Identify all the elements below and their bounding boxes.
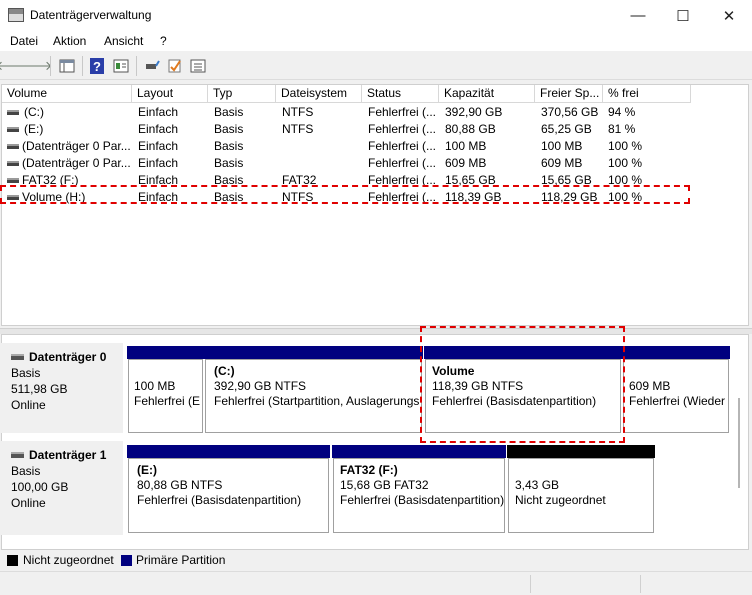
partition-fat32-f[interactable]: FAT32 (F:) 15,68 GB FAT32 Fehlerfrei (Ba… [332,445,506,533]
disk-size: 511,98 GB [11,382,68,396]
column-header-volume[interactable]: Volume [2,85,132,103]
toolbar-separator [50,56,51,76]
disk-type: Basis [11,464,41,478]
column-header-freier-speicher[interactable]: Freier Sp... [535,85,603,103]
table-row[interactable]: (E:) Einfach Basis NTFS Fehlerfrei (... … [2,121,748,138]
drive-icon [7,127,19,132]
maximize-button[interactable]: ☐ [660,0,706,31]
menu-aktion[interactable]: Aktion [53,34,86,48]
legend-swatch-primary [121,555,132,566]
disk-0-label[interactable]: Datenträger 0 Basis 511,98 GB Online [1,343,123,433]
disk-status: Online [11,496,46,510]
show-hide-console-icon[interactable] [58,57,76,75]
hard-disk-icon [11,354,24,360]
menu-ansicht[interactable]: Ansicht [104,34,143,48]
disk-size: 100,00 GB [11,480,69,494]
toolbar-separator [136,56,137,76]
primary-partition-bar [127,445,330,458]
primary-partition-bar [204,346,423,359]
partition-disk0-recovery-609mb[interactable]: 609 MB Fehlerfrei (Wieder [622,346,730,433]
help-icon[interactable]: ? [90,58,104,74]
drive-icon [7,110,19,115]
status-bar-separator [640,575,641,593]
partition-disk0-recovery-100mb[interactable]: 100 MB Fehlerfrei (E [127,346,204,433]
primary-partition-bar [127,346,204,359]
column-header-dateisystem[interactable]: Dateisystem [276,85,362,103]
primary-partition-bar [622,346,730,359]
disk-name: Datenträger 1 [29,448,107,462]
window-title: Datenträgerverwaltung [30,8,152,22]
disk-map-scrollbar[interactable] [738,398,740,488]
properties-icon[interactable] [112,57,130,75]
disk-1-label[interactable]: Datenträger 1 Basis 100,00 GB Online [1,441,123,535]
disk-name: Datenträger 0 [29,350,107,364]
unallocated-bar [507,445,655,458]
highlight-volume-partition [420,326,625,443]
column-header-prozent-frei[interactable]: % frei [603,85,691,103]
list-view-icon[interactable] [189,57,207,75]
connect-icon[interactable] [143,57,161,75]
close-button[interactable]: ✕ [706,0,752,31]
legend-label-primary: Primäre Partition [136,553,226,567]
partition-c[interactable]: (C:) 392,90 GB NTFS Fehlerfrei (Startpar… [204,346,423,433]
menu-help[interactable]: ? [160,34,167,48]
column-header-layout[interactable]: Layout [132,85,208,103]
partition-e[interactable]: (E:) 80,88 GB NTFS Fehlerfrei (Basisdate… [127,445,330,533]
legend-label-unallocated: Nicht zugeordnet [23,553,114,567]
disk-type: Basis [11,366,41,380]
primary-partition-bar [332,445,506,458]
menu-datei[interactable]: Datei [10,34,38,48]
status-bar-separator [530,575,531,593]
drive-icon [7,178,19,183]
disk-status: Online [11,398,46,412]
highlight-volume-h-row [0,185,690,204]
disk-management-app-icon [8,8,24,22]
table-row[interactable]: (Datenträger 0 Par... Einfach Basis Fehl… [2,155,748,172]
column-header-typ[interactable]: Typ [208,85,276,103]
table-row[interactable]: (Datenträger 0 Par... Einfach Basis Fehl… [2,138,748,155]
table-row[interactable]: (C:) Einfach Basis NTFS Fehlerfrei (... … [2,104,748,121]
hard-disk-icon [11,452,24,458]
forward-arrow-icon[interactable]: 🡒 [18,57,53,75]
drive-icon [7,161,19,166]
column-header-kapazitaet[interactable]: Kapazität [439,85,535,103]
minimize-button[interactable]: — [615,0,661,31]
volume-list[interactable]: Volume Layout Typ Dateisystem Status Kap… [1,84,749,326]
legend-swatch-unallocated [7,555,18,566]
column-header-status[interactable]: Status [362,85,439,103]
checklist-icon[interactable] [166,57,184,75]
partition-unallocated[interactable]: 3,43 GB Nicht zugeordnet [507,445,655,533]
drive-icon [7,144,19,149]
toolbar-separator [82,56,83,76]
